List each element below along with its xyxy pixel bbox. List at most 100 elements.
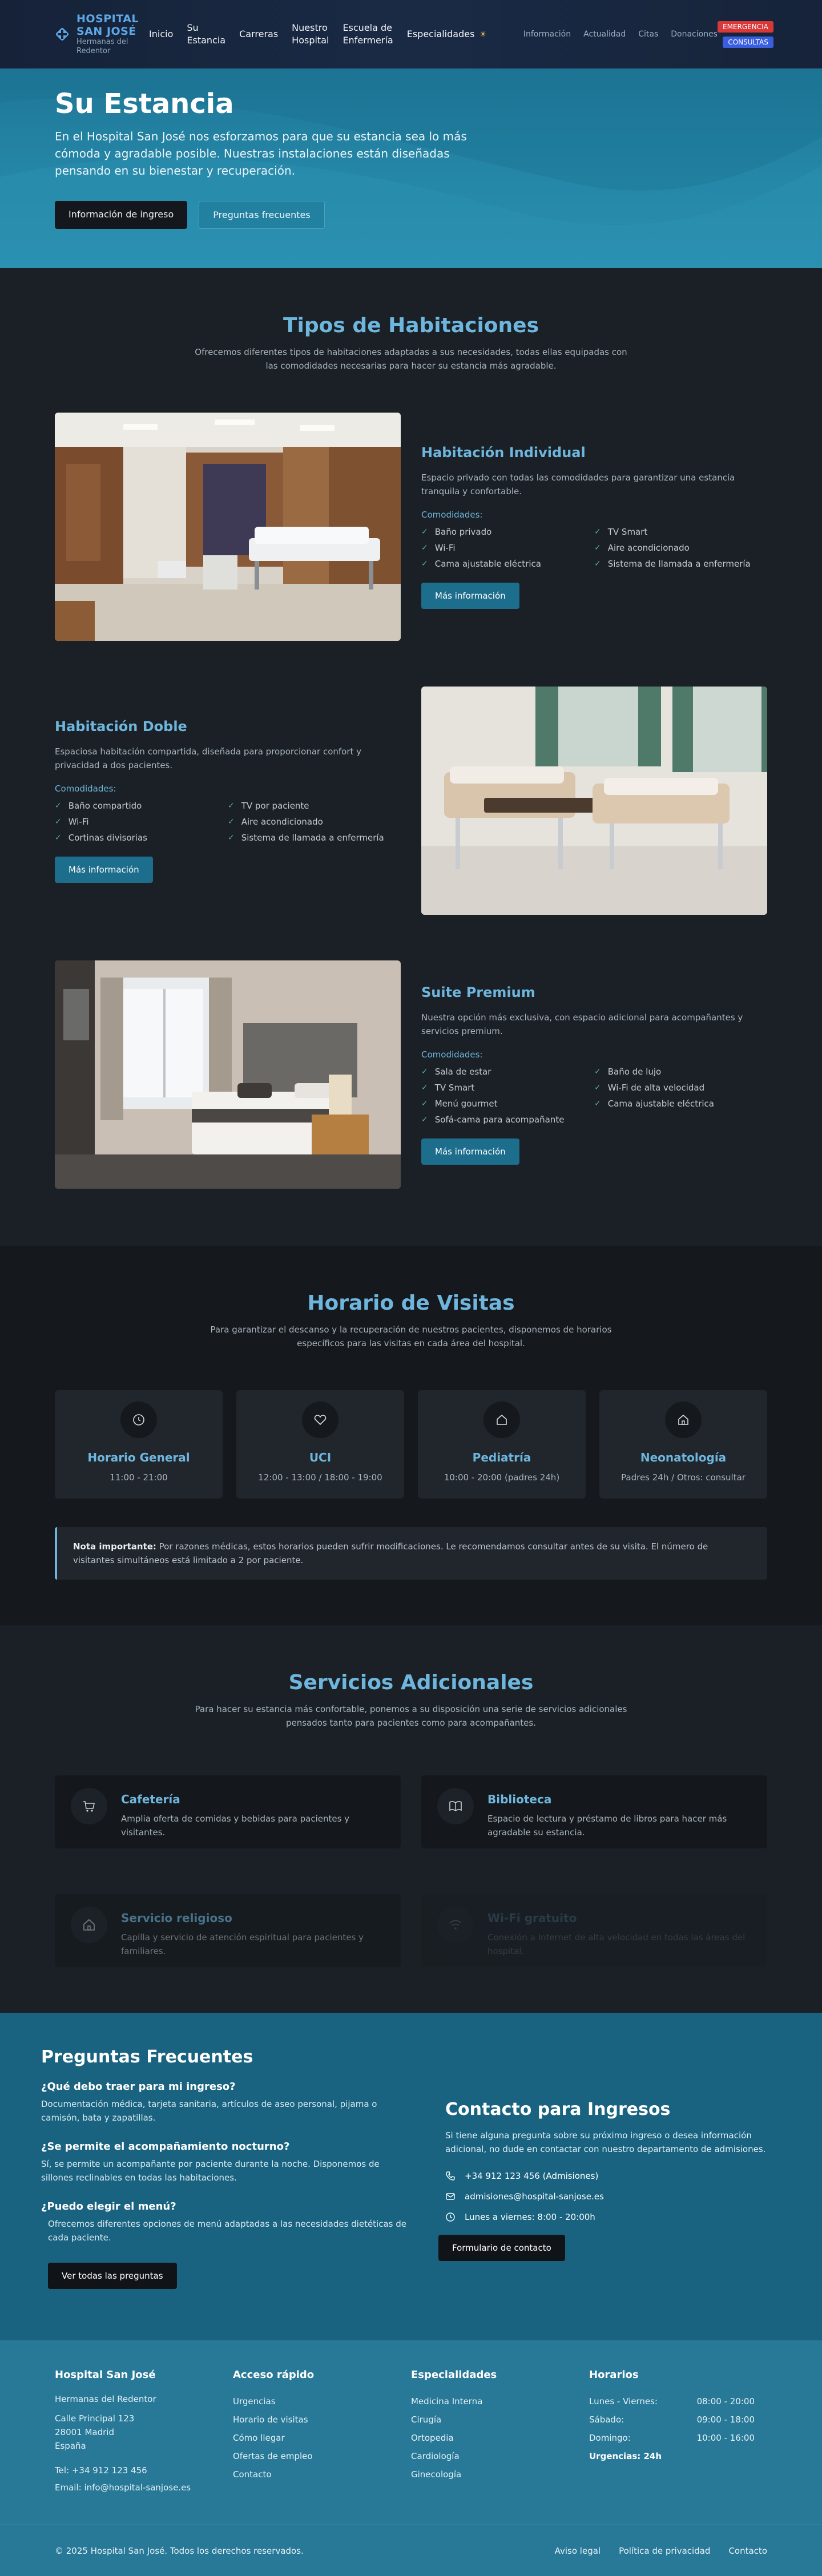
- check-icon: ✓: [55, 817, 62, 826]
- main-menu: Inicio Su Estancia Carreras Nuestro Hospit…: [149, 22, 487, 47]
- hours-row: Lunes - Viernes: 08:00 - 20:00: [589, 2396, 755, 2407]
- visit-area: Horario General: [87, 1451, 190, 1464]
- footer-contact-link[interactable]: Contacto: [728, 2546, 767, 2556]
- amenity-item: ✓ Sala de estar: [421, 1067, 491, 1077]
- footer-email[interactable]: Email: info@hospital-sanjose.es: [55, 2479, 233, 2496]
- visit-time: Padres 24h / Otros: consultar: [621, 1472, 746, 1483]
- amenity-item: ✓ Menú gourmet: [421, 1099, 498, 1109]
- check-icon: ✓: [594, 543, 601, 552]
- check-icon: ✓: [228, 801, 235, 810]
- visit-time: 10:00 - 20:00 (padres 24h): [444, 1472, 560, 1483]
- visit-card-pediatria: Pediatría 10:00 - 20:00 (padres 24h): [418, 1390, 586, 1499]
- footer-link[interactable]: Horario de visitas: [233, 2411, 411, 2429]
- visit-card-neonatologia: Neonatología Padres 24h / Otros: consult…: [599, 1390, 767, 1499]
- home-icon: [71, 1907, 107, 1943]
- all-questions-button[interactable]: Ver todas las preguntas: [48, 2263, 177, 2289]
- check-icon: ✓: [421, 1083, 428, 1092]
- important-note: Nota importante: Por razones médicas, es…: [55, 1527, 767, 1580]
- contact-phone[interactable]: +34 912 123 456 (Admisiones): [438, 2171, 781, 2181]
- nav-nuestro-hospital[interactable]: Nuestro Hospital: [292, 22, 329, 47]
- hospital-logo[interactable]: HOSPITAL SAN JOSÉ Hermanas del Redentor: [55, 13, 139, 56]
- home-icon: [483, 1402, 520, 1438]
- urgent-hours: Urgencias: 24h: [589, 2451, 662, 2461]
- check-icon: ✓: [55, 801, 62, 810]
- individual-room-photo: [55, 413, 401, 641]
- footer-link[interactable]: Urgencias: [233, 2392, 411, 2411]
- footer-link[interactable]: Medicina Interna: [411, 2392, 589, 2411]
- amenity-item: ✓ Aire acondicionado: [228, 817, 323, 827]
- amenities-list: ✓ Baño privado ✓ TV Smart ✓ Wi-Fi ✓ Aire aco…: [421, 527, 767, 569]
- more-info-button[interactable]: Más información: [421, 1138, 519, 1165]
- nav-actualidad[interactable]: Actualidad: [583, 30, 626, 39]
- admission-info-button[interactable]: Información de ingreso: [55, 201, 188, 229]
- faq-contact-section: Preguntas Frecuentes ¿Qué debo traer par…: [0, 2013, 822, 2340]
- mail-icon: [446, 2193, 455, 2200]
- double-room-photo: [421, 687, 767, 915]
- contact-form-button[interactable]: Formulario de contacto: [438, 2235, 565, 2261]
- footer-link[interactable]: Ofertas de empleo: [233, 2447, 411, 2465]
- faq-question[interactable]: ¿Puedo elegir el menú?: [41, 2200, 406, 2212]
- service-name: Servicio religioso: [121, 1911, 232, 1925]
- nav-escuela-enfermeria[interactable]: Escuela de Enfermería: [342, 22, 393, 47]
- footer-link[interactable]: Ortopedia: [411, 2429, 589, 2447]
- amenity-item: ✓ Cortinas divisorias: [55, 833, 147, 843]
- amenities-list: ✓ Sala de estar ✓ Baño de lujo ✓ TV Smart ✓…: [421, 1067, 767, 1125]
- footer-address-1: Calle Principal 123: [55, 2413, 135, 2424]
- visiting-hours-section: Horario de Visitas Para garantizar el de…: [0, 1246, 822, 1625]
- visiting-hours-subtitle: Para garantizar el descanso y la recuper…: [210, 1325, 612, 1348]
- nav-citas[interactable]: Citas: [638, 30, 658, 39]
- faq-question[interactable]: ¿Qué debo traer para mi ingreso?: [41, 2081, 406, 2093]
- check-icon: ✓: [421, 1067, 428, 1076]
- check-icon: ✓: [421, 543, 428, 552]
- service-name: Biblioteca: [487, 1792, 552, 1806]
- amenities-label: Comodidades:: [55, 784, 116, 794]
- cart-icon: [71, 1788, 107, 1824]
- amenity-item: ✓ Baño compartido: [55, 801, 142, 811]
- footer-link[interactable]: Cardiología: [411, 2447, 589, 2465]
- hours-row: Sábado: 09:00 - 18:00: [589, 2415, 755, 2425]
- nav-especialidades[interactable]: Especialidades ☀: [407, 28, 487, 41]
- more-info-button[interactable]: Más información: [421, 583, 519, 609]
- nav-inicio[interactable]: Inicio: [149, 28, 173, 41]
- footer-link[interactable]: Ginecología: [411, 2465, 589, 2484]
- clock-icon: [120, 1402, 157, 1438]
- consultations-button[interactable]: CONSULTAS: [723, 36, 773, 48]
- visit-time: 12:00 - 13:00 / 18:00 - 19:00: [258, 1472, 382, 1483]
- nav-su-estancia[interactable]: Su Estancia: [187, 22, 225, 47]
- check-icon: ✓: [421, 559, 428, 568]
- service-description: Espacio de lectura y préstamo de libros …: [487, 1814, 727, 1838]
- sun-icon: ☀: [479, 29, 487, 39]
- footer-title: Acceso rápido: [233, 2369, 315, 2381]
- privacy-policy-link[interactable]: Política de privacidad: [619, 2546, 710, 2556]
- footer-tel[interactable]: Tel: +34 912 123 456: [55, 2462, 233, 2479]
- nav-carreras[interactable]: Carreras: [239, 28, 278, 41]
- faq-button[interactable]: Preguntas frecuentes: [199, 201, 325, 229]
- amenity-item: ✓ Wi-Fi: [55, 817, 89, 827]
- faq-answer: Sí, se permite un acompañante por pacien…: [41, 2159, 380, 2183]
- faq-question[interactable]: ¿Se permite el acompañamiento nocturno?: [41, 2141, 406, 2153]
- nav-donaciones[interactable]: Donaciones: [671, 30, 718, 39]
- visiting-hours-title: Horario de Visitas: [307, 1291, 515, 1315]
- faq-block: Preguntas Frecuentes ¿Qué debo traer par…: [41, 2047, 406, 2289]
- more-info-button[interactable]: Más información: [55, 857, 153, 883]
- footer-title: Horarios: [589, 2369, 639, 2381]
- contact-email[interactable]: admisiones@hospital-sanjose.es: [438, 2191, 781, 2202]
- home-icon: [665, 1402, 702, 1438]
- legal-notice-link[interactable]: Aviso legal: [555, 2546, 601, 2556]
- book-icon: [437, 1788, 474, 1824]
- faq-answer: Ofrecemos diferentes opciones de menú ad…: [48, 2219, 407, 2243]
- check-icon: ✓: [594, 1083, 601, 1092]
- footer-link[interactable]: Contacto: [233, 2465, 411, 2484]
- room-card-double: Habitación Doble Espaciosa habitación co…: [55, 687, 767, 915]
- phone-icon: [446, 2171, 455, 2181]
- nav-informacion[interactable]: Información: [523, 30, 571, 39]
- footer-link[interactable]: Cirugía: [411, 2411, 589, 2429]
- logo-line-2: SAN JOSÉ: [76, 25, 136, 38]
- footer-link[interactable]: Cómo llegar: [233, 2429, 411, 2447]
- check-icon: ✓: [421, 1099, 428, 1108]
- emergency-button[interactable]: EMERGENCIA: [717, 21, 773, 33]
- footer-address-3: España: [55, 2441, 86, 2451]
- visit-card-uci: UCI 12:00 - 13:00 / 18:00 - 19:00: [236, 1390, 404, 1499]
- footer-col-hours: Horarios Lunes - Viernes: 08:00 - 20:00 S…: [589, 2369, 767, 2496]
- footer-title: Hospital San José: [55, 2369, 156, 2381]
